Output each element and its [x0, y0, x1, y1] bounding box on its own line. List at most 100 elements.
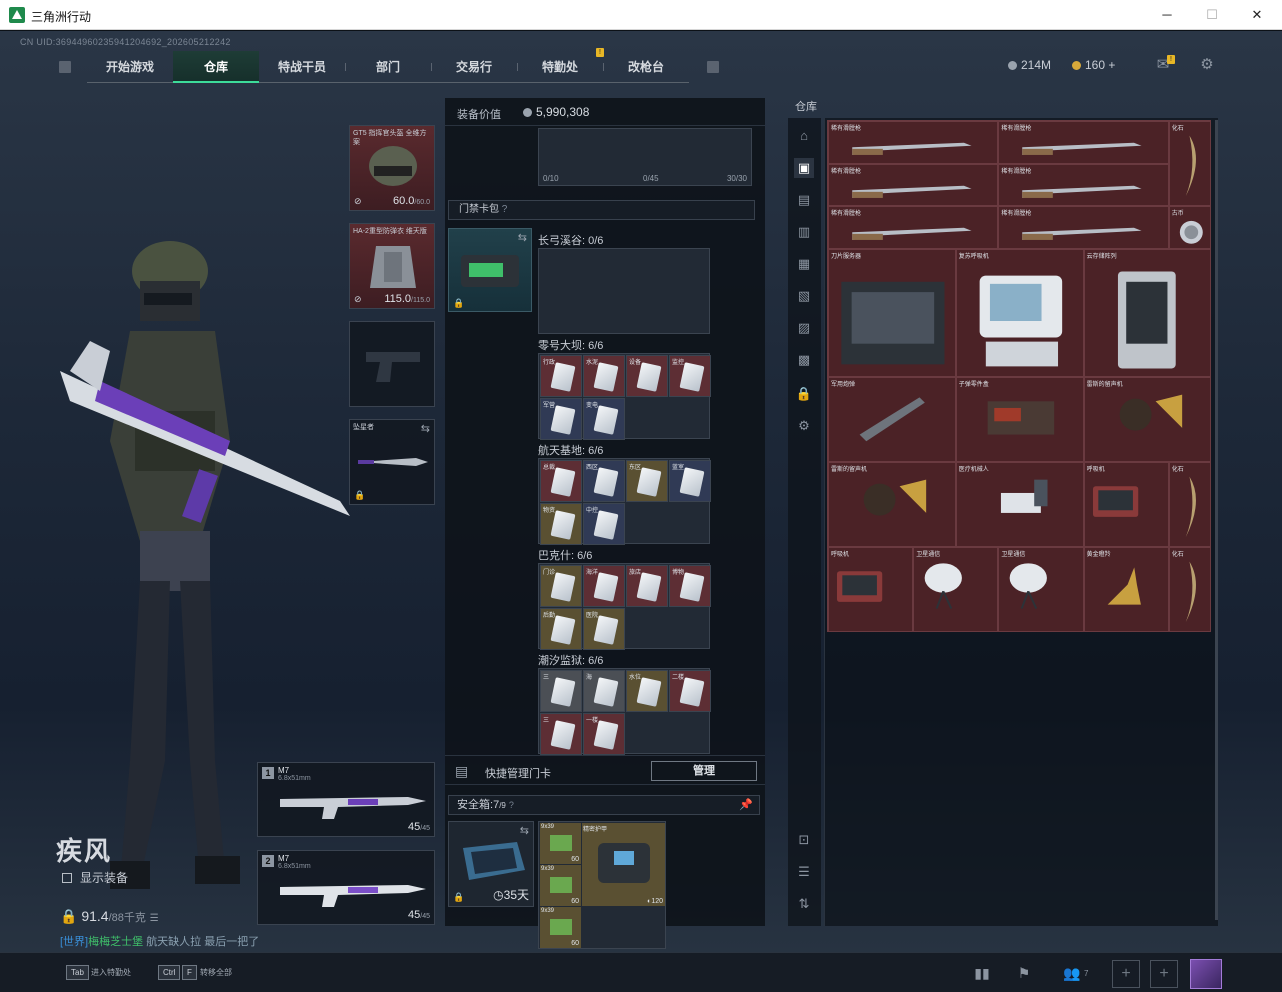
keycard-grid[interactable]: 行政 水泥 设备 监控军营 变电: [538, 353, 711, 440]
warehouse-item[interactable]: 呼吸机: [1083, 461, 1169, 547]
warehouse-item[interactable]: 呼吸机: [828, 547, 914, 633]
swap-icon[interactable]: ⇆: [518, 231, 527, 244]
keycard-item[interactable]: 蓝室: [669, 460, 711, 502]
warehouse-item[interactable]: 云存储阵列: [1083, 248, 1212, 377]
minimize-button[interactable]: ─: [1156, 5, 1178, 25]
warehouse-item[interactable]: 稀有滑膛枪: [828, 206, 999, 249]
warehouse-item[interactable]: 刀片服务器: [828, 248, 956, 377]
keycard-item[interactable]: 中控: [583, 503, 625, 545]
warehouse-item[interactable]: 稀有滑膛枪: [828, 163, 999, 207]
close-button[interactable]: ✕: [1246, 5, 1268, 25]
pistol-slot[interactable]: [349, 321, 435, 407]
keycard-item[interactable]: 设备: [626, 355, 668, 397]
keycard-grid[interactable]: 门诊 海洋 旅店 博物后勤 医院: [538, 563, 711, 650]
keycard-item[interactable]: 后勤: [540, 608, 582, 650]
settings-gear-icon[interactable]: ⚙: [1198, 57, 1216, 73]
sort-icon[interactable]: ⊡: [794, 830, 814, 850]
category-armor-icon[interactable]: ▥: [794, 222, 814, 242]
warehouse-item[interactable]: 化石: [1168, 121, 1212, 207]
warehouse-item[interactable]: 子弹零件盒: [955, 376, 1084, 462]
secondary-weapon-slot[interactable]: 2 M7 6.8x51mm 45/45: [257, 850, 435, 925]
category-helmet-icon[interactable]: ▤: [794, 190, 814, 210]
armor-slot[interactable]: HA-2重型防弹衣 维天版 ⊘ 115.0/115.0: [349, 223, 435, 309]
show-equipment-checkbox[interactable]: [62, 873, 72, 883]
warehouse-item[interactable]: 稀有滑膛枪: [998, 206, 1169, 249]
keycard-item[interactable]: 旅店: [626, 565, 668, 607]
manage-button[interactable]: 管理: [651, 761, 757, 781]
helmet-slot[interactable]: GT5 指挥官头盔 全维方案 ⊘ 60.0/60.0: [349, 125, 435, 211]
warehouse-item[interactable]: 稀有滑膛枪: [828, 121, 999, 164]
safe-box-slot[interactable]: ⇆ 🔒 ◷35天: [448, 821, 534, 907]
keycard-item[interactable]: 二楼: [669, 670, 711, 712]
maximize-button[interactable]: ☐: [1201, 5, 1223, 25]
nav-next-icon[interactable]: [707, 61, 719, 73]
keycard-item[interactable]: 一楼: [583, 713, 625, 755]
keycard-grid[interactable]: 总裁 西区 东区 蓝室 物资 中控: [538, 458, 711, 545]
keycard-item[interactable]: 水泥: [583, 355, 625, 397]
ammo-item[interactable]: 9x39 60: [540, 865, 581, 906]
warehouse-item[interactable]: 稀有滑膛枪: [998, 163, 1169, 207]
show-equipment-toggle[interactable]: 显示装备: [62, 869, 128, 886]
nav-prev-icon[interactable]: [59, 61, 71, 73]
warehouse-item[interactable]: 复苏呼吸机: [955, 248, 1084, 377]
keycard-grid[interactable]: [538, 248, 710, 334]
warehouse-item[interactable]: 雷斯的留声机: [1083, 376, 1212, 462]
keycard-item[interactable]: 医院: [583, 608, 625, 650]
warehouse-item[interactable]: 卫星通信: [998, 547, 1084, 633]
melee-slot[interactable]: 坠星者 ⇆ 🔒: [349, 419, 435, 505]
keycard-item[interactable]: 海: [583, 670, 625, 712]
keycard-item[interactable]: 总裁: [540, 460, 582, 502]
warehouse-item[interactable]: 古币: [1168, 206, 1212, 249]
keycard-item[interactable]: 海洋: [583, 565, 625, 607]
category-settings-icon[interactable]: ⚙: [794, 416, 814, 436]
keycard-item[interactable]: 行政: [540, 355, 582, 397]
warehouse-item[interactable]: 雷斯的留声机: [828, 461, 956, 547]
category-all-icon[interactable]: ⌂: [794, 126, 814, 146]
player-avatar[interactable]: [1190, 959, 1222, 989]
chat-line[interactable]: [世界]梅梅芝士堡 航天缺人拉 最后一把了: [60, 933, 259, 949]
keycard-item[interactable]: 军营: [540, 398, 582, 440]
tab-trading[interactable]: 交易行: [431, 51, 517, 83]
keycard-item[interactable]: 水位: [626, 670, 668, 712]
ammo-item[interactable]: 9x39 60: [540, 823, 581, 864]
warehouse-item[interactable]: 稀有滑膛枪: [998, 121, 1169, 164]
category-bag-icon[interactable]: ▦: [794, 254, 814, 274]
tab-special-ops[interactable]: 特勤处: [517, 51, 603, 83]
safe-box-grid[interactable]: 9x39 60 9x39 60 9x39 60 精密护甲 ◐120: [538, 821, 666, 949]
keycard-item[interactable]: 物资: [540, 503, 582, 545]
pin-icon[interactable]: 📌: [739, 796, 753, 814]
category-keys-icon[interactable]: 🔒: [794, 384, 814, 404]
keycard-item[interactable]: 门诊: [540, 565, 582, 607]
armor-plate-item[interactable]: 精密护甲 ◐120: [582, 823, 665, 906]
ammo-item[interactable]: 9x39 60: [540, 907, 581, 948]
warehouse-item[interactable]: 化石: [1168, 547, 1212, 633]
warehouse-item[interactable]: 卫星通信: [913, 547, 999, 633]
swap-icon[interactable]: ⇆: [520, 824, 529, 837]
tab-department[interactable]: 部门: [345, 51, 431, 83]
keycard-item[interactable]: 变电: [583, 398, 625, 440]
keycard-bag-slot[interactable]: ⇆ 🔒: [448, 228, 532, 312]
tab-warehouse[interactable]: 仓库: [173, 51, 259, 83]
tab-gunsmith[interactable]: 改枪台: [603, 51, 689, 83]
friends-icon[interactable]: 👥: [1060, 962, 1084, 984]
category-medical-icon[interactable]: ▩: [794, 350, 814, 370]
keycard-grid[interactable]: 三海水位 二楼三一楼: [538, 668, 711, 755]
keycard-item[interactable]: 监控: [669, 355, 711, 397]
keycard-item[interactable]: 三: [540, 670, 582, 712]
keycard-item[interactable]: 东区: [626, 460, 668, 502]
warehouse-item[interactable]: 化石: [1168, 461, 1212, 547]
tab-key-label[interactable]: 进入特勤处: [91, 967, 131, 978]
warehouse-item[interactable]: 黄金瞪羚: [1083, 547, 1169, 633]
layers-icon[interactable]: ☰: [794, 862, 814, 882]
add-team-slot-button[interactable]: +: [1150, 960, 1178, 988]
keycard-item[interactable]: 三: [540, 713, 582, 755]
warehouse-scrollbar[interactable]: [1215, 120, 1218, 920]
flag-icon[interactable]: ⚑: [1012, 962, 1036, 984]
warehouse-grid[interactable]: 稀有滑膛枪 稀有滑膛枪 化石 稀有滑膛枪 稀有滑膛枪 稀有滑膛枪 稀有滑膛枪 古币 刀片服务器复…: [827, 120, 1212, 633]
ctrl-f-label[interactable]: 转移全部: [200, 967, 232, 978]
keycard-item[interactable]: 博物: [669, 565, 711, 607]
add-team-slot-button[interactable]: +: [1112, 960, 1140, 988]
tidy-icon[interactable]: ⇅: [794, 894, 814, 914]
gold-balance[interactable]: 160 +: [1072, 58, 1115, 72]
category-rig-icon[interactable]: ▧: [794, 286, 814, 306]
